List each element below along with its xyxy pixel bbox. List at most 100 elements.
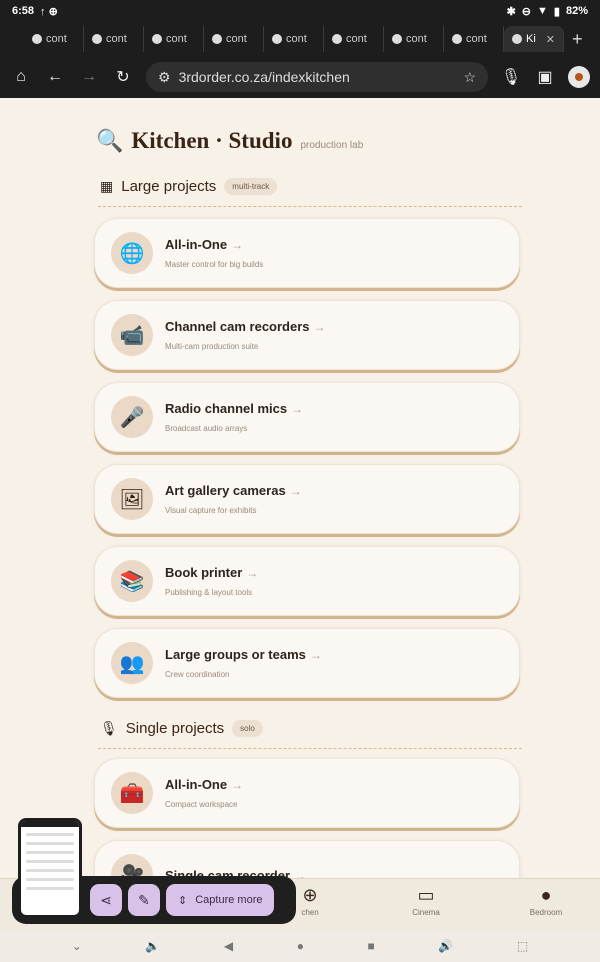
- bluetooth-icon: ✱: [506, 5, 516, 18]
- section-title: Large projects: [121, 178, 217, 195]
- people-icon: 👥: [111, 642, 153, 684]
- card-description: Crew coordination: [165, 670, 230, 679]
- browser-tab[interactable]: cont: [144, 26, 204, 52]
- tab-label: cont: [346, 33, 367, 45]
- favicon-icon: [32, 34, 42, 44]
- favicon-icon: [212, 34, 222, 44]
- back-icon[interactable]: ←: [44, 68, 66, 86]
- card-art-gallery-cameras[interactable]: 🖼 Art gallery cameras → Visual capture for…: [94, 464, 520, 534]
- url-field[interactable]: ⚙ 3rdorder.co.za/indexkitchen ☆: [146, 62, 488, 92]
- address-bar: ⌂ ← → ↻ ⚙ 3rdorder.co.za/indexkitchen ☆ …: [0, 56, 600, 98]
- card-title: Art gallery cameras: [165, 483, 286, 498]
- home-icon[interactable]: ⌂: [10, 68, 32, 86]
- card-description: Master control for big builds: [165, 260, 264, 269]
- battery-level: 82%: [565, 5, 588, 17]
- close-tab-icon[interactable]: ✕: [546, 33, 555, 46]
- card-large-groups[interactable]: 👥 Large groups or teams → Crew coordinatio…: [94, 628, 520, 698]
- globe-icon: 🌐: [111, 232, 153, 274]
- person-icon: ●: [540, 885, 552, 905]
- microphone-icon[interactable]: 🎙: [500, 67, 522, 87]
- framed-picture-icon: 🖼: [111, 478, 153, 520]
- keyboard-hide-icon[interactable]: ⌄: [72, 939, 82, 953]
- tab-label: cont: [46, 33, 67, 45]
- section-badge: multi-track: [224, 178, 278, 195]
- rotate-icon[interactable]: ⬚: [517, 939, 528, 953]
- tab-label: cont: [226, 33, 247, 45]
- grid-icon: ▦: [100, 178, 114, 194]
- home-circle-icon[interactable]: ●: [297, 939, 304, 953]
- browser-tab[interactable]: cont: [264, 26, 324, 52]
- browser-tab[interactable]: cont: [24, 26, 84, 52]
- browser-tab-active[interactable]: Ki ✕: [504, 26, 564, 52]
- url-text: 3rdorder.co.za/indexkitchen: [178, 69, 350, 85]
- arrow-right-icon: →: [246, 566, 259, 580]
- system-nav-bar: ⌄ 🔈 ◀ ● ■ 🔊 ⬚: [0, 930, 600, 962]
- recents-square-icon[interactable]: ■: [368, 939, 375, 953]
- arrow-right-icon: →: [231, 238, 244, 252]
- toolbox-icon: 🧰: [111, 772, 153, 814]
- card-title: Radio channel mics: [165, 401, 288, 416]
- screenshot-thumbnail[interactable]: [18, 818, 82, 918]
- expand-icon: ⇕: [178, 894, 188, 907]
- share-icon: ⋖: [100, 891, 112, 908]
- favicon-icon: [512, 34, 522, 44]
- arrow-right-icon: →: [294, 868, 306, 879]
- card-description: Multi-cam production suite: [165, 342, 259, 351]
- forward-icon[interactable]: →: [78, 68, 100, 86]
- card-all-in-one[interactable]: 🌐 All-in-One → Master control for big buil…: [94, 218, 520, 288]
- pencil-icon: ✎: [138, 891, 150, 908]
- camera-icon: 🎥: [111, 854, 153, 878]
- section-title: Single projects: [125, 720, 225, 737]
- card-description: Publishing & layout tools: [165, 588, 253, 597]
- browser-tab[interactable]: cont: [204, 26, 264, 52]
- favicon-icon: [452, 34, 462, 44]
- tab-switcher-icon[interactable]: ▣: [534, 67, 556, 87]
- arrow-right-icon: →: [291, 402, 304, 416]
- back-triangle-icon[interactable]: ◀: [224, 939, 233, 953]
- card-radio-channel-mics[interactable]: 🎤 Radio channel mics → Broadcast audio arr…: [94, 382, 520, 452]
- share-button[interactable]: ⋖: [90, 884, 122, 916]
- browser-tab[interactable]: cont: [84, 26, 144, 52]
- card-channel-cam-recorders[interactable]: 📹 Channel cam recorders → Multi-cam produc…: [94, 300, 520, 370]
- section-badge: solo: [232, 720, 263, 737]
- tab-label: cont: [286, 33, 307, 45]
- card-single-all-in-one[interactable]: 🧰 All-in-One → Compact workspace: [94, 758, 520, 828]
- nav-item-cinema[interactable]: ▭ Cinema: [386, 885, 466, 917]
- microphone-icon: 🎙: [100, 720, 118, 736]
- page-content: 🔍 Kitchen · Studio production lab ▦ Larg…: [0, 98, 600, 878]
- browser-tab[interactable]: cont: [444, 26, 504, 52]
- favicon-icon: [392, 34, 402, 44]
- video-camera-icon: 📹: [111, 314, 153, 356]
- profile-avatar[interactable]: [568, 66, 590, 88]
- volume-down-icon[interactable]: 🔈: [145, 939, 160, 953]
- capture-label: Capture more: [195, 894, 263, 906]
- card-title: Book printer: [165, 565, 243, 580]
- page-subtitle: production lab: [300, 140, 364, 151]
- new-tab-icon[interactable]: +: [572, 29, 583, 50]
- reload-icon[interactable]: ↻: [112, 67, 134, 87]
- browser-tab[interactable]: cont: [324, 26, 384, 52]
- battery-icon: ▮: [553, 5, 560, 18]
- card-title: All-in-One: [165, 237, 228, 252]
- arrow-right-icon: →: [313, 320, 326, 334]
- page-header: 🔍 Kitchen · Studio production lab: [96, 128, 363, 154]
- notification-icons: ↑ ⊕: [40, 5, 58, 18]
- edit-button[interactable]: ✎: [128, 884, 160, 916]
- status-bar: 6:58 ↑ ⊕ ✱ ⊖ ▼ ▮ 82%: [0, 0, 600, 22]
- browser-tab[interactable]: cont: [384, 26, 444, 52]
- volume-up-icon[interactable]: 🔊: [438, 939, 453, 953]
- page-title: Kitchen · Studio: [131, 128, 293, 153]
- favicon-icon: [332, 34, 342, 44]
- nav-item-bedroom[interactable]: ● Bedroom: [506, 885, 586, 917]
- site-settings-icon[interactable]: ⚙: [158, 69, 171, 86]
- books-icon: 📚: [111, 560, 153, 602]
- card-book-printer[interactable]: 📚 Book printer → Publishing & layout tools: [94, 546, 520, 616]
- capture-more-button[interactable]: ⇕ Capture more: [166, 884, 275, 916]
- nav-label: chen: [301, 908, 319, 917]
- magnifier-icon: 🔍: [96, 128, 124, 153]
- bookmark-star-icon[interactable]: ☆: [463, 69, 476, 86]
- nav-label: Bedroom: [529, 908, 563, 917]
- card-title: Channel cam recorders: [165, 319, 310, 334]
- card-single-cam-recorder[interactable]: 🎥 Single cam recorder →: [94, 840, 520, 878]
- card-title: All-in-One: [165, 777, 228, 792]
